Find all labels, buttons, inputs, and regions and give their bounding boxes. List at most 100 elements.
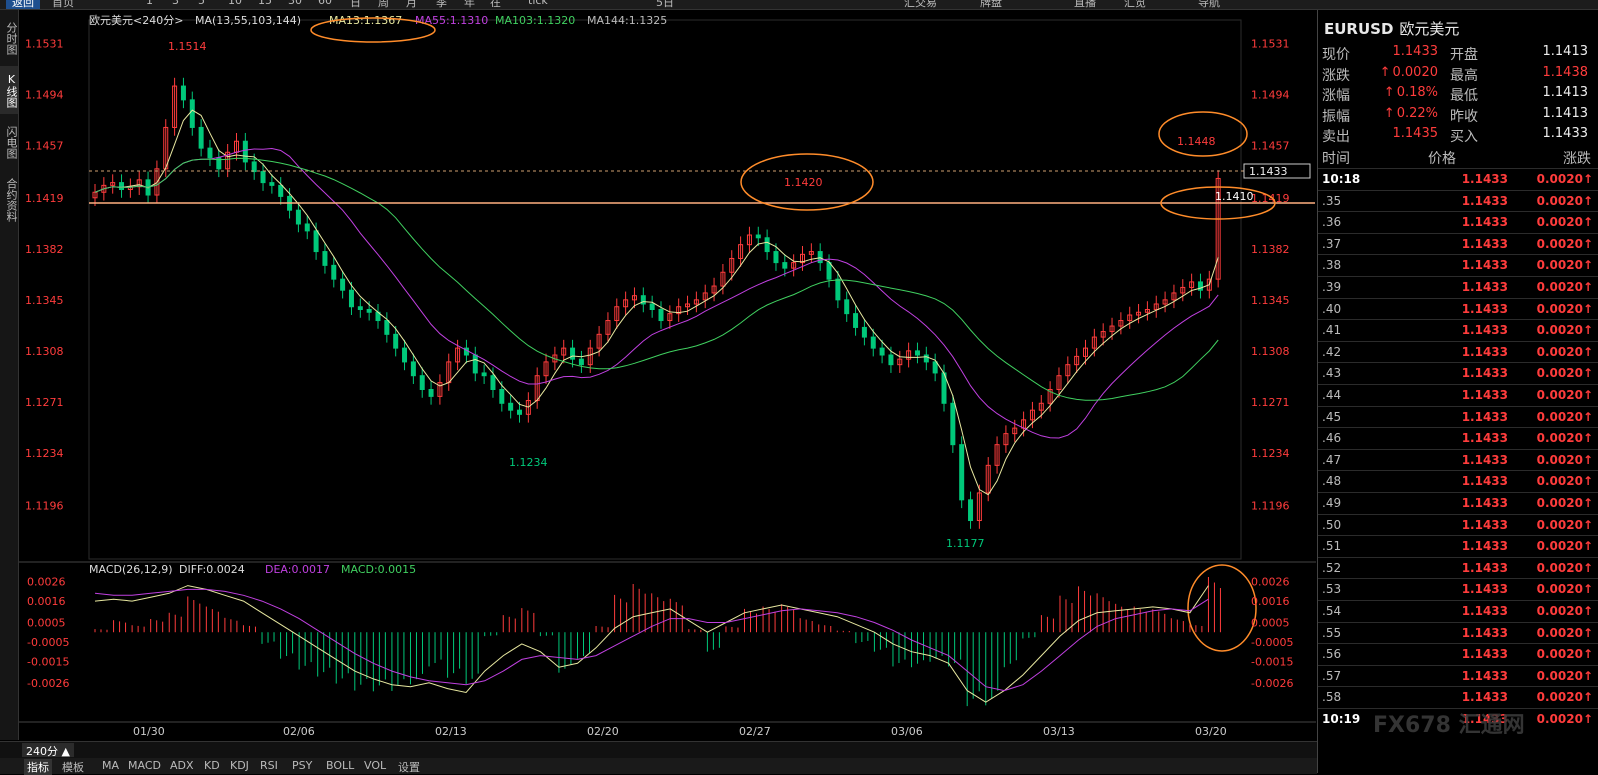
tick-change-value: 0.0020 xyxy=(1536,431,1583,446)
price-axis-right-label: 1.1457 xyxy=(1251,139,1290,152)
tick-row: .56 1.1433 0.0020↑ xyxy=(1318,643,1598,665)
tick-change-value: 0.0020 xyxy=(1536,668,1583,683)
toolbar-item-9[interactable]: 日 xyxy=(350,0,361,9)
up-arrow-icon: ↑ xyxy=(1582,388,1593,402)
low2-label: 1.1177 xyxy=(946,537,985,550)
toolbar-item-13[interactable]: 年 xyxy=(464,0,475,9)
tick-change-value: 0.0020 xyxy=(1536,301,1583,316)
tick-price: 1.1433 xyxy=(1461,604,1508,618)
ma55-value: MA55:1.1310 xyxy=(415,14,488,27)
price-axis-right-label: 1.1345 xyxy=(1251,294,1290,307)
tick-row: .49 1.1433 0.0020↑ xyxy=(1318,492,1598,514)
quote-value: 1.1433 xyxy=(1542,126,1589,141)
toolbar-item-19[interactable]: 直播 xyxy=(1074,0,1096,9)
tick-price: 1.1433 xyxy=(1461,625,1508,640)
indicator-tab-5[interactable]: KD xyxy=(204,759,220,772)
tick-time: .42 xyxy=(1322,344,1342,359)
tab-flash[interactable]: 闪电图 xyxy=(0,118,18,166)
indicator-tab-3[interactable]: MACD xyxy=(128,759,161,772)
tick-row: .52 1.1433 0.0020↑ xyxy=(1318,556,1598,579)
candle-body xyxy=(764,237,770,253)
tick-price: 1.1433 xyxy=(1461,582,1508,597)
indicator-tab-4[interactable]: ADX xyxy=(170,759,194,772)
toolbar-item-17[interactable]: 汇交易 xyxy=(904,0,937,9)
tick-time: .35 xyxy=(1322,193,1342,208)
tick-price: 1.1433 xyxy=(1461,215,1508,230)
toolbar-item-12[interactable]: 季 xyxy=(436,0,447,9)
toolbar-item-5[interactable]: 10 xyxy=(228,0,242,7)
tick-change: 0.0020↑ xyxy=(1498,388,1593,402)
indicator-tab-8[interactable]: PSY xyxy=(292,759,312,772)
symbol-name: 欧元美元 xyxy=(1399,20,1460,38)
tick-time: .40 xyxy=(1322,301,1342,316)
ticks-header-price: 价格 xyxy=(1428,151,1456,167)
tick-change-value: 0.0020 xyxy=(1536,280,1583,294)
recent-high-label: 1.1448 xyxy=(1177,135,1216,148)
tick-change-value: 0.0020 xyxy=(1536,625,1583,640)
toolbar-item-4[interactable]: 5 xyxy=(198,0,205,7)
toolbar-item-0[interactable]: 返回 xyxy=(6,0,40,9)
ma103-line xyxy=(94,157,1219,401)
toolbar-item-6[interactable]: 15 xyxy=(258,0,272,7)
toolbar-item-1[interactable]: 首页 xyxy=(52,0,74,9)
quote-label: 最高 xyxy=(1450,67,1478,84)
up-arrow-icon: ↑ xyxy=(1582,668,1593,683)
tick-change: 0.0020↑ xyxy=(1498,431,1593,445)
period-selector[interactable]: 240分 ▲ xyxy=(22,743,74,758)
up-arrow-icon: ↑ xyxy=(1582,301,1593,316)
up-arrow-icon: ↑ xyxy=(1582,172,1593,186)
macd-axis-left-label: -0.0005 xyxy=(27,636,69,649)
toolbar-item-3[interactable]: 3 xyxy=(172,0,179,7)
tick-time: .48 xyxy=(1322,474,1342,489)
tick-time: .53 xyxy=(1322,582,1342,597)
kline-chart[interactable]: 欧元美元<240分> MA(13,55,103,144) MA13:1.1367 MA… xyxy=(19,10,1316,740)
toolbar-item-18[interactable]: 牌盘 xyxy=(980,0,1002,9)
tick-change-value: 0.0020 xyxy=(1536,366,1583,381)
toolbar-item-21[interactable]: 导航 xyxy=(1198,0,1220,9)
toolbar-item-10[interactable]: 周 xyxy=(378,0,389,9)
tick-price: 1.1433 xyxy=(1461,474,1508,489)
tick-time: .49 xyxy=(1322,496,1342,510)
toolbar-item-15[interactable]: tick xyxy=(528,0,548,7)
quote-value: 1.1413 xyxy=(1542,44,1589,59)
macd-axis-left-label: -0.0026 xyxy=(27,677,69,690)
indicator-tab-6[interactable]: KDJ xyxy=(230,759,249,772)
toolbar-item-7[interactable]: 30 xyxy=(288,0,302,7)
tick-row: .39 1.1433 0.0020↑ xyxy=(1318,276,1598,298)
tab-contract-info[interactable]: 合约资料 xyxy=(0,170,18,230)
toolbar-item-20[interactable]: 汇览 xyxy=(1124,0,1146,9)
candle-body xyxy=(189,99,195,128)
tick-change: 0.0020↑ xyxy=(1498,539,1593,553)
toolbar-item-8[interactable]: 60 xyxy=(318,0,332,7)
up-arrow-icon: ↑ xyxy=(1582,323,1593,338)
tick-price: 1.1433 xyxy=(1461,452,1508,467)
indicator-tab-7[interactable]: RSI xyxy=(260,759,278,772)
indicator-tab-10[interactable]: VOL xyxy=(364,759,386,772)
tick-row: .41 1.1433 0.0020↑ xyxy=(1318,319,1598,341)
tick-time: .55 xyxy=(1322,625,1342,640)
tick-time: .37 xyxy=(1322,236,1342,251)
up-arrow-icon: ↑ xyxy=(1582,496,1593,510)
price-axis-right-label: 1.1308 xyxy=(1251,345,1290,358)
quote-value: ↑ 0.22% xyxy=(1383,105,1438,121)
tab-kline[interactable]: K线图 xyxy=(0,66,18,114)
tick-change: 0.0020↑ xyxy=(1498,366,1593,380)
tab-timeshare[interactable]: 分时图 xyxy=(0,14,18,62)
candle-body xyxy=(844,299,850,315)
indicator-tab-9[interactable]: BOLL xyxy=(326,759,354,772)
indicator-tab-2[interactable]: MA xyxy=(102,759,119,772)
candle-body xyxy=(180,85,186,101)
toolbar-item-2[interactable]: 1 xyxy=(146,0,153,7)
up-arrow-icon: ↑ xyxy=(1582,474,1593,489)
toolbar-item-16[interactable]: 5日 xyxy=(656,0,674,9)
price-axis-left-label: 1.1457 xyxy=(25,139,64,152)
candle-body xyxy=(755,234,761,239)
tick-row: .35 1.1433 0.0020↑ xyxy=(1318,189,1598,212)
tick-change-value: 0.0020 xyxy=(1536,215,1583,230)
up-arrow-icon: ↑ xyxy=(1383,105,1395,121)
price-axis-right-label: 1.1531 xyxy=(1251,37,1290,50)
toolbar-item-11[interactable]: 月 xyxy=(406,0,417,9)
up-arrow-icon: ↑ xyxy=(1582,712,1593,726)
tick-time: .58 xyxy=(1322,690,1342,705)
toolbar-item-14[interactable]: 在 xyxy=(490,0,501,9)
